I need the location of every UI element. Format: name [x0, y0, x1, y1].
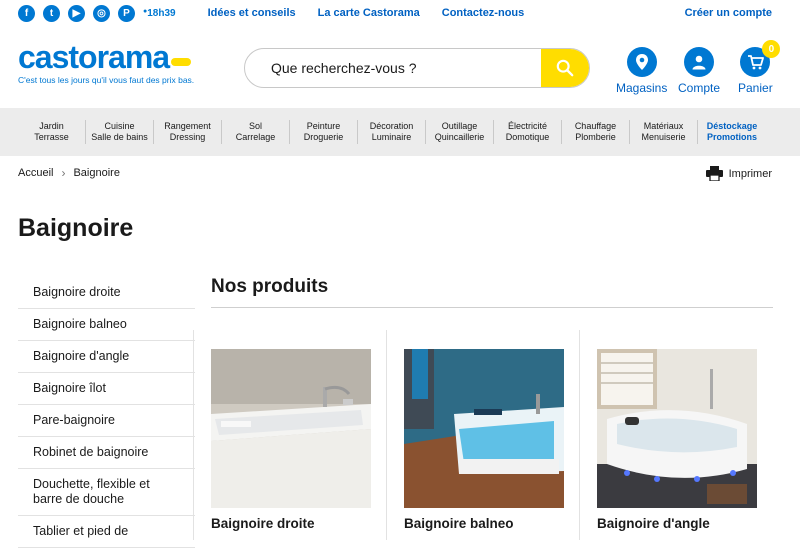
nav-item-destockage[interactable]: Déstockage Promotions — [698, 120, 766, 144]
search-input[interactable] — [245, 49, 541, 87]
nav-item-peinture[interactable]: Peinture Droguerie — [290, 120, 358, 144]
youtube-icon[interactable]: ▶ — [68, 4, 85, 22]
sidebar-item-baignoire-droite[interactable]: Baignoire droite — [18, 277, 195, 309]
stores-label: Magasins — [616, 81, 668, 95]
nav-line1: Décoration — [369, 121, 414, 131]
facebook-icon[interactable]: f — [18, 4, 35, 22]
cart-icon: 0 — [740, 40, 781, 77]
nav-line1: Électricité — [507, 121, 547, 131]
cart-button[interactable]: 0 Panier — [738, 40, 781, 95]
search-button[interactable] — [541, 49, 589, 87]
nav-line1: Déstockage — [706, 121, 758, 131]
sidebar-item-robinet[interactable]: Robinet de baignoire — [18, 437, 195, 469]
ideas-link[interactable]: Idées et conseils — [208, 7, 296, 19]
page-title: Baignoire — [18, 214, 134, 242]
stores-button[interactable]: Magasins — [616, 47, 667, 95]
product-grid: Baignoire droite Baignoire balneo Baigno… — [193, 330, 772, 540]
breadcrumb: Accueil › Baignoire — [18, 166, 120, 180]
product-image[interactable] — [211, 349, 371, 508]
printer-icon — [705, 166, 723, 181]
nav-item-outillage[interactable]: Outillage Quincaillerie — [426, 120, 494, 144]
category-sidebar: Baignoire droite Baignoire balneo Baigno… — [18, 277, 195, 548]
nav-line1: Sol — [248, 121, 262, 131]
location-pin-icon — [626, 47, 657, 77]
nav-line2: Domotique — [505, 132, 550, 142]
account-button[interactable]: Compte — [678, 47, 720, 95]
twitter-icon[interactable]: t — [43, 4, 60, 22]
nav-line2: Plomberie — [575, 132, 616, 142]
castorama-logo[interactable]: castorama C'est tous les jours qu'il vou… — [18, 39, 195, 85]
nav-line2: Quincaillerie — [434, 132, 485, 142]
nav-line1: Chauffage — [574, 121, 617, 131]
logo-wordmark: castorama — [18, 39, 170, 75]
breadcrumb-home[interactable]: Accueil — [18, 167, 53, 179]
product-card[interactable]: Baignoire balneo — [386, 330, 579, 540]
nav-item-materiaux[interactable]: Matériaux Menuiserie — [630, 120, 698, 144]
product-name[interactable]: Baignoire droite — [211, 516, 386, 531]
pinterest-icon[interactable]: P — [118, 4, 135, 22]
nav-item-chauffage[interactable]: Chauffage Plomberie — [562, 120, 630, 144]
header: castorama C'est tous les jours qu'il vou… — [0, 26, 800, 108]
create-account-link[interactable]: Créer un compte — [685, 7, 772, 19]
product-card[interactable]: Baignoire droite — [193, 330, 386, 540]
nav-line2: Salle de bains — [91, 132, 148, 142]
logo-tagline: C'est tous les jours qu'il vous faut des… — [18, 75, 195, 85]
sidebar-item-baignoire-ilot[interactable]: Baignoire îlot — [18, 373, 195, 405]
cart-label: Panier — [738, 81, 773, 95]
clock-text: 18h39 — [147, 7, 176, 19]
breadcrumb-current: Baignoire — [73, 167, 120, 179]
chevron-right-icon: › — [61, 166, 66, 180]
card-link[interactable]: La carte Castorama — [318, 7, 420, 19]
instagram-icon[interactable]: ◎ — [93, 4, 110, 22]
product-name[interactable]: Baignoire d'angle — [597, 516, 772, 531]
account-label: Compte — [678, 81, 721, 95]
nav-item-cuisine[interactable]: Cuisine Salle de bains — [86, 120, 154, 144]
nav-line2: Dressing — [169, 132, 206, 142]
sidebar-item-pare-baignoire[interactable]: Pare-baignoire — [18, 405, 195, 437]
nav-item-decoration[interactable]: Décoration Luminaire — [358, 120, 426, 144]
nav-line1: Rangement — [164, 121, 211, 131]
category-nav: Jardin Terrasse Cuisine Salle de bains Ran… — [0, 108, 800, 156]
nav-line2: Terrasse — [34, 132, 69, 142]
contact-link[interactable]: Contactez-nous — [442, 7, 525, 19]
nav-line1: Cuisine — [104, 121, 135, 131]
nav-line1: Peinture — [306, 121, 341, 131]
sidebar-item-douchette[interactable]: Douchette, flexible et barre de douche — [18, 469, 195, 516]
product-image[interactable] — [404, 349, 564, 508]
print-label: Imprimer — [728, 167, 772, 180]
section-divider — [211, 307, 773, 308]
sidebar-item-baignoire-angle[interactable]: Baignoire d'angle — [18, 341, 195, 373]
nav-line2: Menuiserie — [641, 132, 686, 142]
print-button[interactable]: Imprimer — [705, 166, 772, 181]
nav-line1: Jardin — [39, 121, 64, 131]
sidebar-item-tablier[interactable]: Tablier et pied de — [18, 516, 195, 548]
nav-item-sol[interactable]: Sol Carrelage — [222, 120, 290, 144]
nav-item-jardin[interactable]: Jardin Terrasse — [18, 120, 86, 144]
social-links: f t ▶ ◎ P ●18h39 — [18, 4, 176, 22]
nav-line2: Droguerie — [303, 132, 344, 142]
search-icon — [556, 59, 574, 77]
user-icon — [684, 47, 715, 77]
nav-line2: Carrelage — [235, 132, 276, 142]
nav-line1: Matériaux — [643, 121, 684, 131]
clock-icon[interactable]: ●18h39 — [143, 8, 176, 19]
product-name[interactable]: Baignoire balneo — [404, 516, 579, 531]
product-image[interactable] — [597, 349, 757, 508]
nav-line1: Outillage — [441, 121, 478, 131]
top-bar: f t ▶ ◎ P ●18h39 Idées et conseils La ca… — [0, 0, 800, 26]
nav-item-electricite[interactable]: Électricité Domotique — [494, 120, 562, 144]
sidebar-item-baignoire-balneo[interactable]: Baignoire balneo — [18, 309, 195, 341]
section-title: Nos produits — [211, 276, 329, 297]
logo-dash-icon — [171, 57, 192, 66]
top-links: Idées et conseils La carte Castorama Con… — [208, 7, 525, 19]
nav-line2: Promotions — [706, 132, 757, 142]
nav-item-rangement[interactable]: Rangement Dressing — [154, 120, 222, 144]
nav-line2: Luminaire — [371, 132, 412, 142]
cart-count-badge: 0 — [762, 40, 781, 58]
product-card[interactable]: Baignoire d'angle — [579, 330, 772, 540]
search-bar — [244, 48, 590, 88]
